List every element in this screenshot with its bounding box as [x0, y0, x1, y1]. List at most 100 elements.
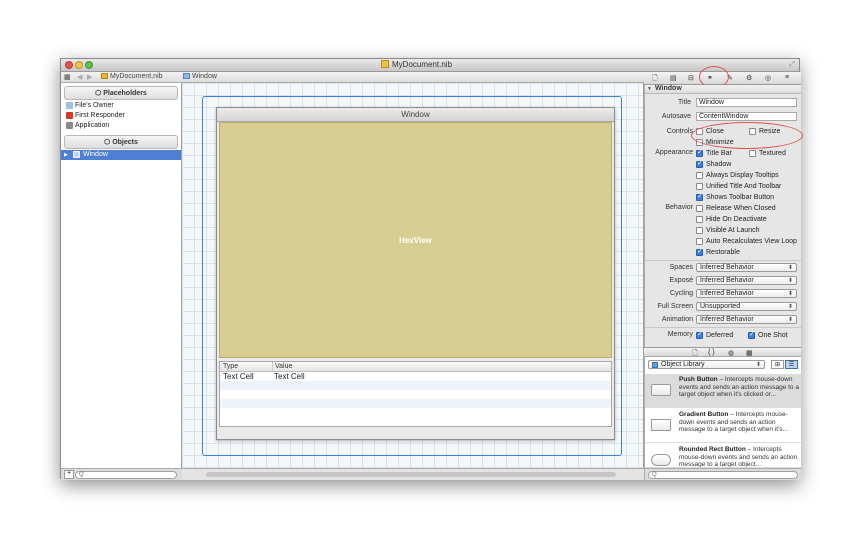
outline-filter-field[interactable]: Q: [75, 471, 177, 479]
appearance-label: Appearance: [655, 149, 693, 156]
horizontal-scrollbar[interactable]: [206, 472, 616, 477]
cube-icon: [66, 102, 73, 109]
title-label: Title: [678, 99, 691, 106]
window-object[interactable]: Window HexView Type Value Text Cell Text…: [216, 107, 615, 440]
cycling-label: Cycling: [670, 290, 693, 297]
document-outline: ⬡ Placeholders File's Owner First Respon…: [61, 83, 182, 468]
canvas-footer: [182, 468, 644, 480]
table-row: [220, 381, 611, 390]
jump-bar-file[interactable]: MyDocument.nib: [101, 73, 163, 80]
minimize-window-button[interactable]: [75, 61, 83, 69]
outline-item-window[interactable]: ▶ Window: [61, 150, 181, 160]
effects-inspector-icon[interactable]: ≡: [785, 74, 789, 81]
library-filter-field[interactable]: Q: [648, 471, 798, 479]
title-field[interactable]: Window: [696, 98, 797, 107]
xcode-window: MyDocument.nib ⤢ ▦ ◀ ▶ MyDocument.nib Wi…: [60, 58, 803, 480]
hide-on-deactivate-checkbox[interactable]: Hide On Deactivate: [696, 215, 767, 224]
first-responder-icon: [66, 112, 73, 119]
window-icon: [183, 73, 190, 79]
unified-toolbar-checkbox[interactable]: Unified Title And Toolbar: [696, 182, 781, 191]
application-icon: [66, 122, 73, 129]
quick-help-icon[interactable]: ▤: [670, 74, 677, 82]
spaces-label: Spaces: [669, 264, 693, 271]
connections-inspector-icon[interactable]: ⚙: [746, 74, 752, 82]
nib-file-icon: [381, 60, 389, 68]
textured-checkbox[interactable]: Textured: [749, 149, 786, 158]
visible-at-launch-checkbox[interactable]: Visible At Launch: [696, 226, 760, 235]
shadow-checkbox[interactable]: Shadow: [696, 160, 731, 169]
disclosure-triangle-icon[interactable]: ▶: [64, 150, 68, 160]
shows-toolbar-button-checkbox[interactable]: Shows Toolbar Button: [696, 193, 774, 202]
column-header-type[interactable]: Type: [223, 362, 238, 371]
spaces-popup[interactable]: Inferred Behavior: [696, 263, 797, 272]
library-selector[interactable]: Object Library: [648, 360, 765, 369]
rounded-rect-button-icon: [651, 454, 671, 466]
identity-inspector-icon[interactable]: ⊟: [688, 74, 694, 82]
object-library-panel: Object Library ⊞ ☰ Push Button – Interce…: [644, 357, 801, 468]
objects-header: ⬡ Objects: [64, 135, 178, 149]
table-header: Type Value: [220, 362, 611, 372]
table-cell-value: Text Cell: [274, 372, 305, 381]
table-row: [220, 408, 611, 417]
back-arrow-icon[interactable]: ◀: [77, 73, 82, 81]
column-header-value[interactable]: Value: [272, 362, 292, 371]
cycling-popup[interactable]: Inferred Behavior: [696, 289, 797, 298]
one-shot-checkbox[interactable]: One Shot: [748, 331, 788, 340]
search-icon: Q: [652, 472, 657, 478]
add-icon[interactable]: +: [64, 470, 74, 479]
grid-view-icon[interactable]: ⊞: [771, 360, 784, 369]
fullscreen-icon[interactable]: ⤢: [789, 61, 795, 69]
release-when-closed-checkbox[interactable]: Release When Closed: [696, 204, 776, 213]
table-view[interactable]: Type Value Text Cell Text Cell: [219, 361, 612, 427]
table-row: [220, 390, 611, 399]
window-object-title: Window: [217, 108, 614, 122]
outline-item-application[interactable]: Application: [61, 121, 181, 131]
nib-file-icon: [101, 73, 108, 79]
bindings-inspector-icon[interactable]: ◎: [765, 74, 771, 82]
jump-bar: ▦ ◀ ▶ MyDocument.nib Window: [61, 72, 644, 83]
document-title: MyDocument.nib: [381, 60, 452, 69]
table-row[interactable]: Text Cell Text Cell: [220, 372, 611, 381]
list-view-icon[interactable]: ☰: [785, 360, 798, 369]
autosave-field[interactable]: ContentWindow: [696, 112, 797, 121]
outline-item-first-responder[interactable]: First Responder: [61, 111, 181, 121]
animation-popup[interactable]: Inferred Behavior: [696, 315, 797, 324]
library-item-gradient-button[interactable]: Gradient Button – Intercepts mouse-down …: [645, 409, 801, 443]
title-bar-checkbox[interactable]: Title Bar: [696, 149, 732, 158]
file-inspector-icon[interactable]: 🗋: [652, 74, 658, 85]
controls-label: Controls: [666, 128, 693, 135]
close-window-button[interactable]: [65, 61, 73, 69]
code-snippet-icon[interactable]: { }: [708, 349, 715, 356]
placeholders-header: ⬡ Placeholders: [64, 86, 178, 100]
full-screen-popup[interactable]: Unsupported: [696, 302, 797, 311]
table-row: [220, 399, 611, 408]
library-footer: Q: [644, 468, 801, 480]
media-library-icon[interactable]: ▦: [746, 349, 753, 357]
related-items-icon[interactable]: ▦: [64, 73, 71, 81]
expose-popup[interactable]: Inferred Behavior: [696, 276, 797, 285]
library-item-push-button[interactable]: Push Button – Intercepts mouse-down even…: [645, 374, 801, 408]
auto-recalculates-checkbox[interactable]: Auto Recalculates View Loop: [696, 237, 797, 246]
inspector-tab-bar: 🗋 ▤ ⊟ ⚭ ✎ ⚙ ◎ ≡: [644, 66, 801, 88]
autosave-label: Autosave: [661, 113, 691, 120]
jump-bar-object[interactable]: Window: [183, 73, 217, 80]
table-cell-type: Text Cell: [223, 372, 254, 381]
outline-item-files-owner[interactable]: File's Owner: [61, 101, 181, 111]
always-tooltips-checkbox[interactable]: Always Display Tooltips: [696, 171, 779, 180]
restorable-checkbox[interactable]: Restorable: [696, 248, 740, 257]
push-button-icon: [651, 384, 671, 396]
library-item-rounded-rect-button[interactable]: Rounded Rect Button – Intercepts mouse-d…: [645, 444, 801, 468]
library-tab-bar: 🗋 { } ◍ ▦: [644, 347, 801, 357]
hexview-custom-view[interactable]: HexView: [219, 122, 612, 358]
forward-arrow-icon[interactable]: ▶: [87, 73, 92, 81]
search-icon: Q: [79, 472, 84, 478]
controls-highlight-oval: [691, 122, 803, 149]
attributes-inspector: Window Title Window Autosave ContentWind…: [644, 85, 803, 347]
gradient-button-icon: [651, 419, 671, 431]
zoom-window-button[interactable]: [85, 61, 93, 69]
design-canvas[interactable]: Window HexView Type Value Text Cell Text…: [182, 83, 644, 468]
deferred-checkbox[interactable]: Deferred: [696, 331, 733, 340]
window-section-header[interactable]: Window: [645, 85, 801, 94]
object-library-icon[interactable]: ◍: [728, 349, 734, 357]
memory-label: Memory: [667, 331, 693, 338]
